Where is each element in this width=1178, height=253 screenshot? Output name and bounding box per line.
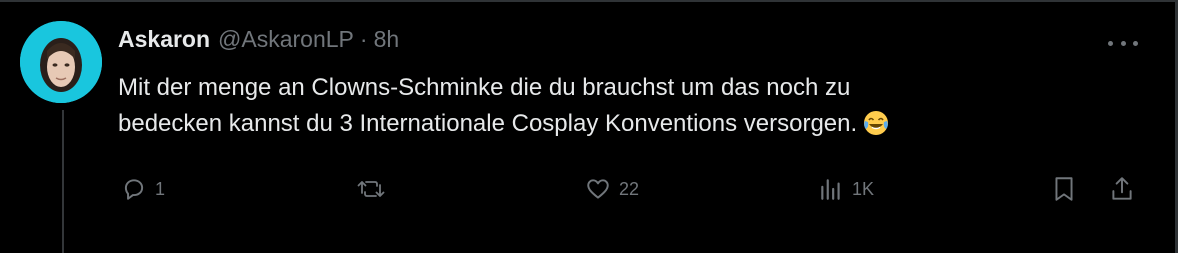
bar-chart-icon [818,176,844,202]
face-with-tears-of-joy-icon [863,110,889,147]
tweet-header: Askaron @AskaronLP · 8h [118,26,399,56]
reply-count: 1 [155,178,166,199]
retweet-icon [357,176,385,202]
avatar[interactable] [20,21,102,103]
reply-button[interactable]: 1 [121,175,165,203]
heart-icon [585,176,611,202]
share-button[interactable] [1109,175,1135,203]
speech-bubble-icon [121,176,147,202]
tweet-text: Mit der menge an Clowns-Schminke die du … [118,70,1128,147]
like-count: 22 [619,178,640,199]
bookmark-button[interactable] [1051,175,1077,203]
bookmark-icon [1051,175,1077,203]
more-dots-icon[interactable] [1108,36,1138,50]
views-button[interactable]: 1K [818,175,874,203]
tweet-text-line-2: bedecken kannst du 3 Internationale Cosp… [118,110,858,137]
share-icon [1109,175,1135,203]
author-handle[interactable]: @AskaronLP [218,26,354,53]
separator-dot: · [359,26,368,52]
tweet-text-line-1: Mit der menge an Clowns-Schminke die du … [118,74,851,101]
views-count: 1K [852,178,875,199]
thread-line [62,110,64,253]
like-button[interactable]: 22 [585,175,639,203]
timestamp[interactable]: 8h [374,26,400,53]
retweet-button[interactable] [357,175,393,203]
author-name[interactable]: Askaron [118,26,210,53]
